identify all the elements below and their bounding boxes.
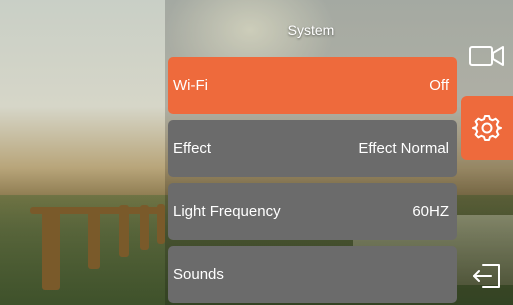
menu-item-label: Wi-Fi <box>173 77 208 94</box>
video-tab-button[interactable] <box>461 34 513 78</box>
gear-icon <box>472 115 502 141</box>
menu-item-label: Light Frequency <box>173 203 281 220</box>
page-title: System <box>287 22 335 38</box>
menu-item-value: Effect Normal <box>358 140 449 157</box>
settings-tab-button[interactable] <box>461 96 513 160</box>
menu-item-label: Effect <box>173 140 212 157</box>
menu-item-light-frequency[interactable]: Light Frequency 60HZ <box>168 183 457 240</box>
background-post <box>42 210 60 290</box>
menu-item-value: Off <box>429 77 449 94</box>
menu-item-wifi[interactable]: Wi-Fi Off <box>168 57 457 114</box>
background-post <box>88 207 100 269</box>
exit-icon <box>473 264 500 288</box>
menu-item-effect[interactable]: Effect Effect Normal <box>168 120 457 177</box>
exit-button[interactable] <box>461 256 513 296</box>
background-rail <box>30 207 165 214</box>
menu-item-sounds[interactable]: Sounds <box>168 246 457 303</box>
video-camera-icon <box>469 46 504 66</box>
menu-item-value: 60HZ <box>412 203 449 220</box>
menu-item-label: Sounds <box>173 266 224 283</box>
